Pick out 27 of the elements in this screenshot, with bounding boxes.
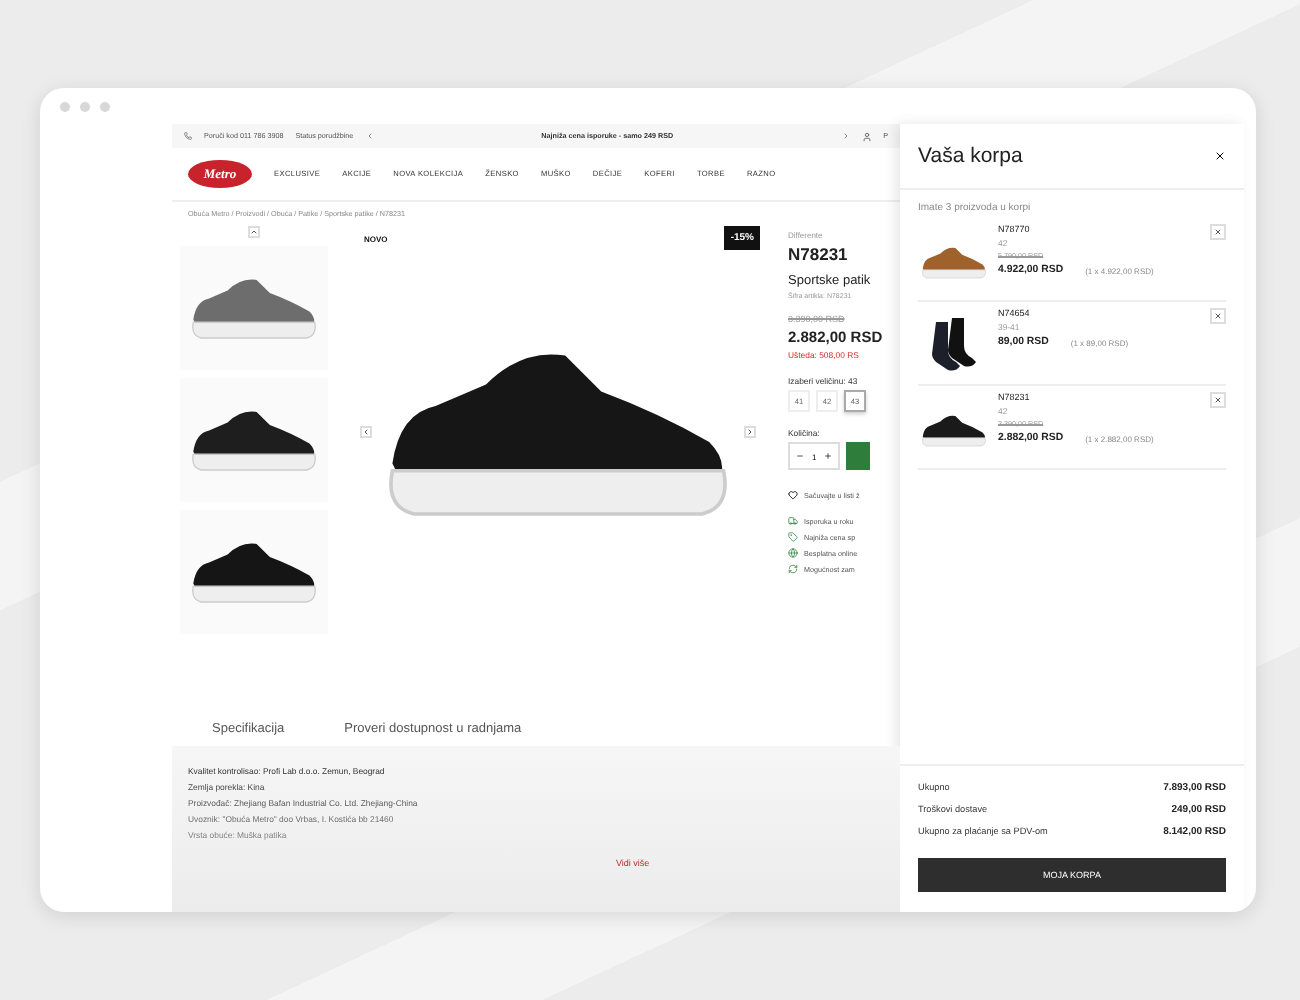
phone-icon — [184, 132, 192, 140]
socks-drawing — [928, 318, 980, 374]
close-icon[interactable] — [1214, 150, 1226, 162]
remove-button[interactable] — [1210, 392, 1226, 408]
window-dot — [80, 101, 90, 111]
remove-button[interactable] — [1210, 224, 1226, 240]
thumbnail[interactable] — [180, 246, 328, 370]
user-icon[interactable] — [861, 131, 872, 141]
feature-icon — [788, 564, 798, 574]
previous-button[interactable] — [360, 426, 372, 438]
feature-icon — [788, 516, 798, 526]
feature-icon — [788, 548, 798, 558]
scroll-up-button[interactable] — [248, 226, 260, 238]
thumbnail[interactable] — [180, 510, 328, 634]
shoe-drawing — [920, 243, 988, 281]
cart-title: Vaša korpa — [918, 144, 1023, 168]
window-dot — [100, 101, 110, 111]
thumbnail[interactable] — [180, 378, 328, 502]
feature-icon — [788, 532, 798, 542]
remove-button[interactable] — [1210, 308, 1226, 324]
next-button[interactable] — [744, 426, 756, 438]
window-dot — [60, 101, 70, 111]
heart-icon[interactable] — [788, 490, 798, 500]
product-code: N78231 — [788, 244, 850, 264]
plus-icon[interactable] — [824, 452, 833, 460]
add-to-cart-button[interactable] — [846, 442, 871, 470]
shoe-drawing — [920, 411, 988, 449]
